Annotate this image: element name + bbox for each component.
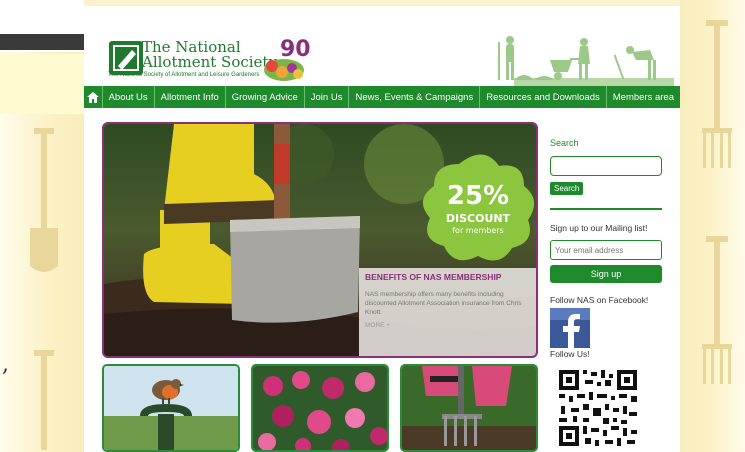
thumbnail-flowers[interactable]	[251, 364, 389, 452]
search-button[interactable]: Search	[550, 182, 584, 195]
promo-box[interactable]: BENEFITS OF NAS MEMBERSHIP NAS membershi…	[359, 268, 536, 356]
nav-resources[interactable]: Resources and Downloads	[480, 86, 607, 108]
main-nav: About Us Allotment Info Growing Advice J…	[84, 86, 680, 108]
nav-allotment-info[interactable]: Allotment Info	[155, 86, 226, 108]
sidebar-divider	[550, 208, 662, 210]
thumbnail-garden-fork[interactable]	[400, 364, 538, 452]
facebook-icon[interactable]	[550, 308, 590, 348]
nav-news-events[interactable]: News, Events & Campaigns	[349, 86, 481, 108]
promo-more-link[interactable]: MORE +	[365, 322, 531, 329]
background-yellow-block	[0, 54, 84, 114]
nav-home[interactable]	[84, 86, 103, 108]
qr-code-icon[interactable]	[557, 368, 639, 448]
fork-icon	[702, 236, 732, 384]
anniversary-number: 90	[280, 37, 311, 62]
mailing-list-label: Sign up to our Mailing list!	[550, 223, 648, 233]
spade-icon	[30, 128, 58, 272]
discount-for: for members	[452, 226, 504, 235]
email-field[interactable]	[550, 240, 662, 260]
promo-text: NAS membership offers many benefits incl…	[365, 291, 522, 316]
search-label: Search	[550, 138, 579, 148]
site-header: The National Allotment Society The Natio…	[84, 6, 680, 86]
fork-icon	[702, 20, 732, 168]
thumbnail-flowers-image	[253, 366, 387, 450]
thumbnail-garden-fork-image	[402, 366, 536, 450]
nav-growing-advice[interactable]: Growing Advice	[226, 86, 305, 108]
thumbnail-robin-image	[104, 366, 238, 450]
signup-button[interactable]: Sign up	[550, 265, 662, 283]
site-title[interactable]: The National Allotment Society	[142, 40, 277, 70]
site-subtitle: The National Society of Allotment and Le…	[108, 72, 260, 78]
gardeners-silhouette-icon	[498, 36, 674, 86]
background-dark-bar	[0, 34, 84, 50]
sidebar: Search Search Sign up to our Mailing lis…	[550, 138, 668, 359]
spade-icon	[34, 350, 54, 450]
anniversary-badge-icon: 90	[264, 37, 311, 81]
background-side-text: ,	[2, 352, 9, 377]
search-input[interactable]	[550, 156, 662, 176]
thumbnail-robin[interactable]	[102, 364, 240, 452]
nav-join-us[interactable]: Join Us	[305, 86, 350, 108]
follow-us-label: Follow Us!	[550, 349, 590, 359]
nav-members-area[interactable]: Members area	[607, 86, 680, 108]
facebook-label: Follow NAS on Facebook!	[550, 295, 649, 305]
nas-logo-icon[interactable]	[108, 40, 144, 76]
discount-value: 25%	[447, 181, 509, 211]
promo-title[interactable]: BENEFITS OF NAS MEMBERSHIP	[365, 272, 531, 282]
hero-banner[interactable]: 25% DISCOUNT for members BENEFITS OF NAS…	[102, 122, 538, 358]
nav-about-us[interactable]: About Us	[103, 86, 155, 108]
discount-word: DISCOUNT	[446, 212, 511, 225]
home-icon	[86, 91, 99, 103]
site-title-line2: Allotment Society	[142, 53, 277, 71]
